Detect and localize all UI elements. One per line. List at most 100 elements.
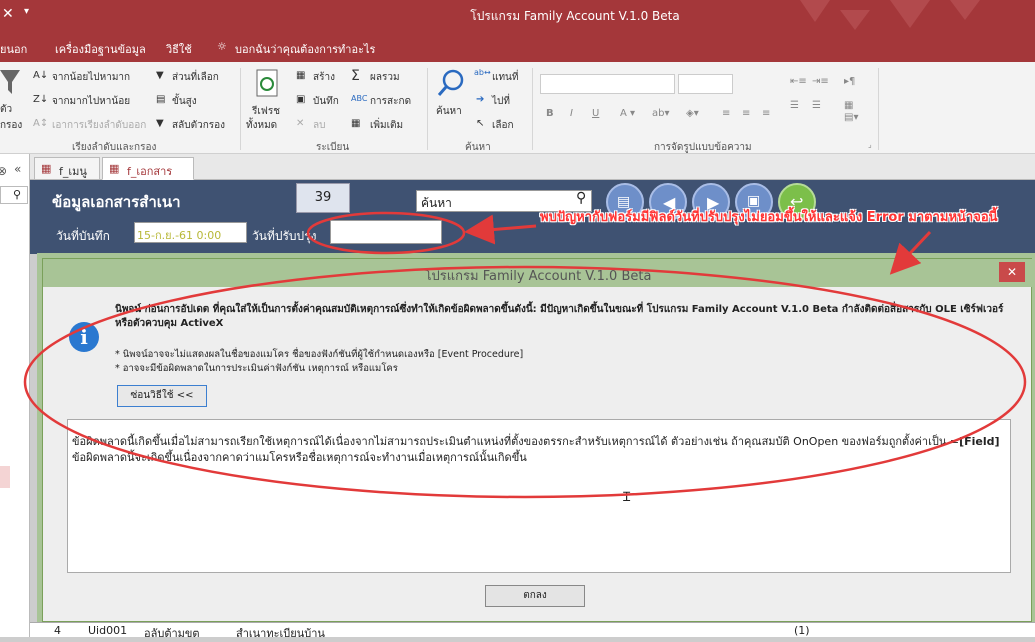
nav-collapse-icon[interactable]: «	[14, 162, 21, 176]
alt-row-color-icon[interactable]: ▤▾	[844, 112, 858, 123]
text-cursor-icon: Ɪ	[623, 490, 631, 505]
refresh-all-button[interactable]: รีเฟรช	[252, 104, 280, 119]
row-attachment: (1)	[794, 624, 810, 637]
dialog-title: โปรแกรม Family Account V.1.0 Beta	[43, 259, 1033, 287]
new-record-icon: ▦	[296, 70, 306, 81]
saved-date-field[interactable]: 15-ก.ย.-61 0:00	[134, 222, 247, 243]
form-title: ข้อมูลเอกสารสำเนา	[52, 193, 181, 211]
tab-f-menu-label: f_เมนู	[59, 165, 87, 178]
delete-icon: ✕	[296, 118, 305, 129]
selection-button[interactable]: ส่วนที่เลือก	[172, 70, 219, 85]
rtl-icon[interactable]: ▸¶	[844, 76, 855, 87]
updated-date-label: วันที่ปรับปรุง	[252, 229, 317, 243]
record-number: 39	[296, 183, 350, 213]
refresh-icon	[256, 69, 278, 97]
advanced-icon: ▤	[156, 94, 166, 105]
filter-icon	[0, 70, 20, 94]
dialog-close-button[interactable]: ✕	[999, 262, 1025, 282]
tab-f-menu[interactable]: ▦ f_เมนู	[34, 157, 100, 180]
nav-close-icon[interactable]: ⊗	[0, 164, 7, 178]
row-id: Uid001	[88, 624, 128, 637]
row-number: 4	[54, 624, 61, 637]
align-right-icon[interactable]: ≡	[762, 108, 770, 119]
find-icon	[437, 69, 464, 96]
table-row[interactable]: 4 Uid001 อลับต้ามขต สำเนาทะเบียนบ้าน (1)	[30, 622, 1035, 640]
sort-asc-icon: A↓	[33, 70, 49, 81]
records-group-label: ระเบียน	[316, 142, 350, 153]
search-icon[interactable]: ⚲	[576, 190, 586, 206]
error-message: นิพจน์ ก่อนการอัปเดต ที่คุณใส่ให้เป็นการ…	[115, 304, 1004, 329]
fill-color-icon[interactable]: ◈▾	[686, 108, 699, 119]
new-record-button[interactable]: สร้าง	[313, 70, 335, 85]
find-group-label: ค้นหา	[465, 142, 491, 153]
goto-button[interactable]: ไปที่	[492, 94, 510, 109]
italic-icon[interactable]: I	[570, 108, 573, 119]
tab-help[interactable]: วิธีใช้	[166, 40, 192, 58]
updated-date-field[interactable]	[330, 220, 442, 244]
remove-sort-button[interactable]: เอาการเรียงลำดับออก	[52, 118, 146, 133]
hide-help-button[interactable]: ซ่อนวิธีใช้ <<	[117, 385, 207, 407]
title-decoration	[800, 0, 980, 30]
info-icon: i	[69, 322, 99, 352]
form-icon: ▦	[41, 162, 52, 175]
document-tabs: ▦ f_เมนู ▦ f_เอกสาร	[30, 154, 1035, 180]
bullets-icon[interactable]: ☰	[790, 100, 799, 111]
saved-date-label: วันที่บันทึก	[56, 229, 110, 243]
save-button[interactable]: บันทึก	[313, 94, 339, 109]
lightbulb-icon: ☼	[217, 40, 227, 53]
bold-icon[interactable]: B	[546, 108, 554, 119]
error-detail-line-1: ข้อผิดพลาดนี้เกิดขึ้นเมื่อไม่สามารถเรียก…	[72, 435, 960, 448]
advanced-button[interactable]: ขั้นสูง	[172, 94, 197, 109]
formatting-group-label: การจัดรูปแบบข้อความ	[654, 142, 752, 153]
spelling-icon: ABC	[351, 94, 368, 103]
annotation-text: พบปัญหากับฟอร์มมีฟิลด์วันที่ปรับปรุงไม่ย…	[540, 210, 998, 225]
numbering-icon[interactable]: ☰	[812, 100, 821, 111]
delete-button[interactable]: ลบ	[313, 118, 325, 133]
error-note-1: * นิพจน์อาจจะไม่แสดงผลในชื่อของแมโคร ชื่…	[115, 349, 524, 360]
search-icon: ⚲	[13, 188, 22, 201]
nav-search-box[interactable]: ⚲	[0, 186, 28, 204]
tell-me-box[interactable]: บอกฉันว่าคุณต้องการทำอะไร	[235, 40, 375, 58]
select-icon: ↖	[476, 118, 485, 129]
dialog-launcher-icon[interactable]: ⌟	[868, 140, 872, 149]
tab-external-data[interactable]: ยนอก	[0, 40, 27, 58]
align-left-icon[interactable]: ≡	[722, 108, 730, 119]
save-icon: ▣	[296, 94, 306, 105]
font-size-select[interactable]	[678, 74, 733, 94]
totals-icon: Σ	[351, 68, 360, 84]
new-record-icon: ▣	[747, 193, 761, 209]
title-bar: ✕ ▾ โปรแกรม Family Account V.1.0 Beta	[0, 0, 1035, 30]
tab-f-document[interactable]: ▦ f_เอกสาร	[102, 157, 194, 180]
sort-desc-button[interactable]: จากมากไปหาน้อย	[52, 94, 130, 109]
form-icon: ▦	[109, 162, 120, 175]
ok-button[interactable]: ตกลง	[485, 585, 585, 607]
spelling-button[interactable]: การสะกด	[370, 94, 411, 109]
nav-selected-item[interactable]	[0, 466, 10, 488]
toggle-filter-icon: ▼	[156, 118, 164, 129]
error-detail-line-2: ข้อผิดพลาดนี้จะเกิดขึ้นเนื่องจากคาดว่าแม…	[72, 451, 527, 464]
tab-f-document-label: f_เอกสาร	[127, 165, 173, 178]
font-name-select[interactable]	[540, 74, 675, 94]
toggle-filter-button[interactable]: สลับตัวกรอง	[172, 118, 225, 133]
gridlines-icon[interactable]: ▦	[844, 100, 853, 111]
error-dialog: โปรแกรม Family Account V.1.0 Beta ✕ i นิ…	[42, 258, 1033, 622]
remove-sort-icon: A↕	[33, 118, 49, 129]
find-button[interactable]: ค้นหา	[436, 104, 462, 119]
underline-icon[interactable]: U	[592, 108, 599, 119]
error-note-2: * อาจจะมีข้อผิดพลาดในการประเมินค่าฟังก์ช…	[115, 363, 398, 374]
sort-filter-group-label: เรียงลำดับและกรอง	[72, 142, 157, 153]
ribbon-tabs: ยนอก เครื่องมือฐานข้อมูล วิธีใช้ ☼ บอกฉั…	[0, 30, 1035, 62]
sort-asc-button[interactable]: จากน้อยไปหามาก	[52, 70, 130, 85]
select-button[interactable]: เลือก	[492, 118, 514, 133]
highlight-icon[interactable]: ab▾	[652, 108, 670, 119]
error-detail-field: [Field]	[959, 435, 1000, 448]
outdent-icon[interactable]: ⇥≡	[812, 76, 829, 87]
tab-database-tools[interactable]: เครื่องมือฐานข้อมูล	[55, 40, 146, 58]
indent-icon[interactable]: ⇤≡	[790, 76, 807, 87]
filter-label[interactable]: ตัว	[0, 102, 12, 117]
totals-button[interactable]: ผลรวม	[370, 70, 400, 85]
align-center-icon[interactable]: ≡	[742, 108, 750, 119]
replace-button[interactable]: แทนที่	[492, 70, 518, 85]
more-button[interactable]: เพิ่มเติม	[370, 118, 403, 133]
font-color-icon[interactable]: A ▾	[620, 108, 635, 119]
